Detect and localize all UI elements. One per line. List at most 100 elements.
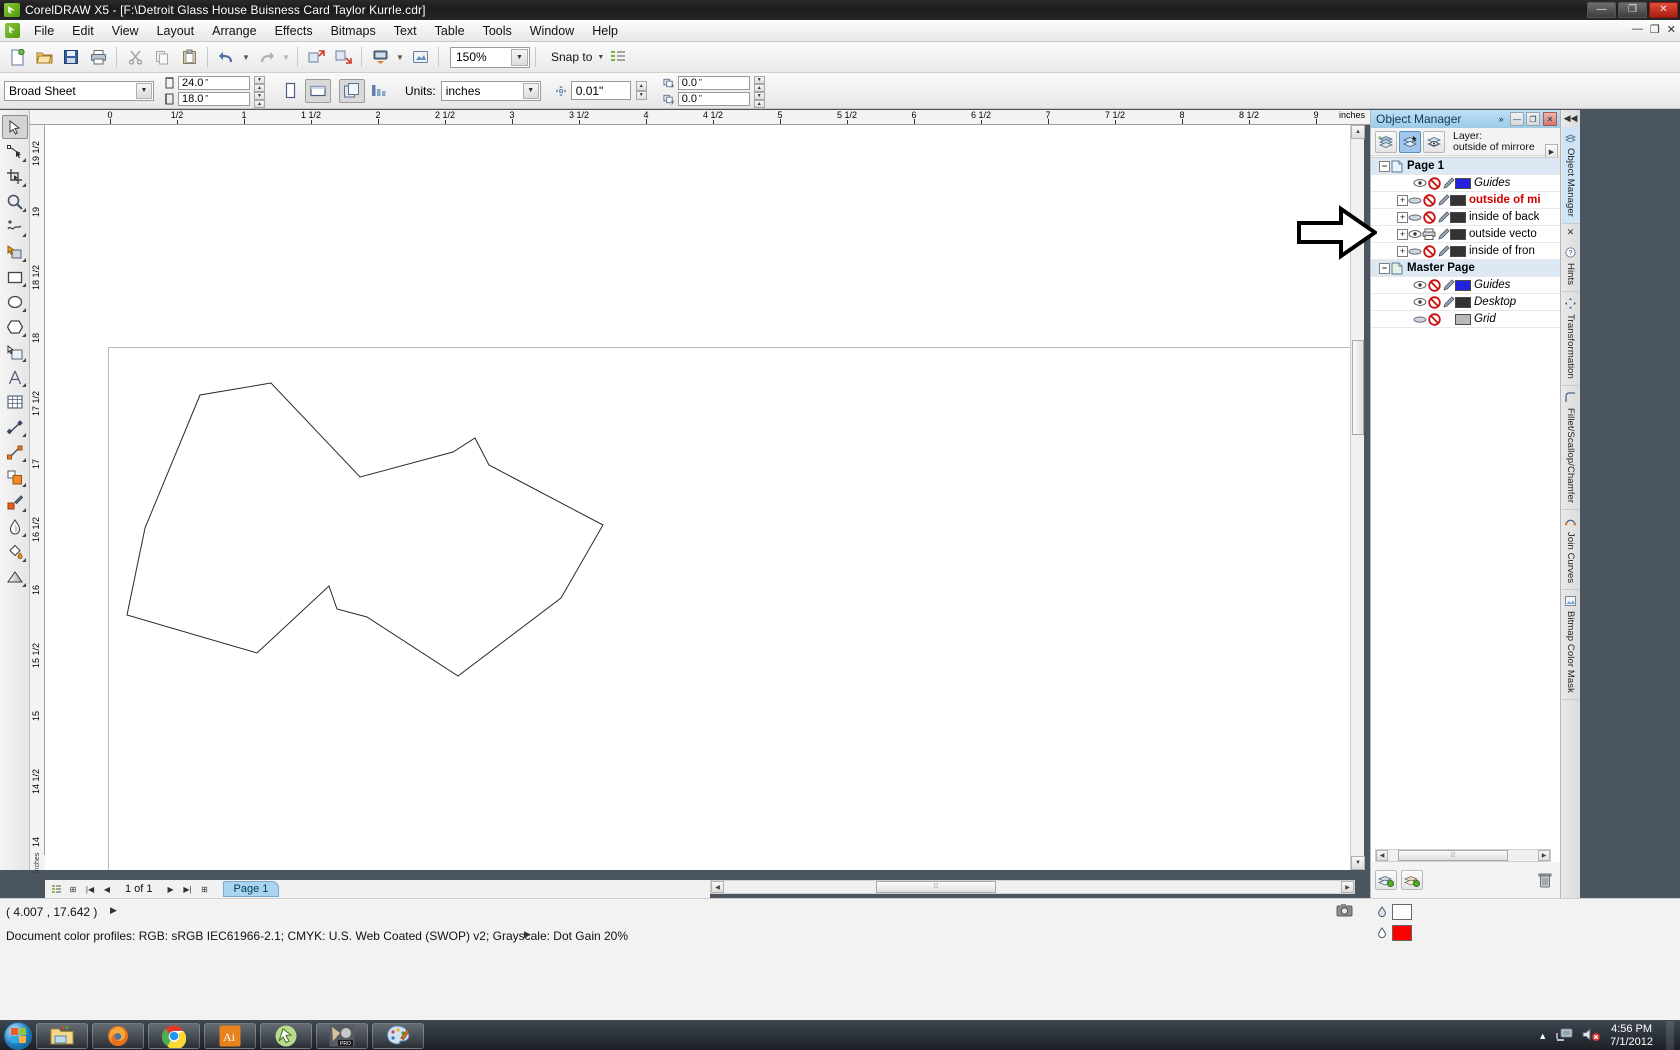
tree-row-layer[interactable]: Guides bbox=[1371, 277, 1561, 294]
document-menu-icon[interactable] bbox=[5, 23, 20, 38]
landscape-orientation-button[interactable] bbox=[305, 78, 331, 103]
flyout-indicator[interactable] bbox=[21, 358, 26, 362]
dupx-dn[interactable]: ▲ bbox=[753, 83, 765, 92]
export-button[interactable] bbox=[330, 45, 356, 70]
duplicate-y-input[interactable]: 0.0 " bbox=[677, 91, 750, 106]
tool-rectangle[interactable] bbox=[2, 265, 28, 289]
docker-maximize-button[interactable]: ❐ bbox=[1526, 112, 1540, 126]
tree-row-layer[interactable]: Guides bbox=[1371, 175, 1561, 192]
flyout-indicator[interactable] bbox=[21, 183, 26, 187]
layer-color-swatch[interactable] bbox=[1455, 296, 1471, 308]
scroll-left-button[interactable]: ◀ bbox=[711, 881, 724, 893]
corel-connect-button[interactable] bbox=[407, 45, 433, 70]
flyout-indicator[interactable] bbox=[21, 233, 26, 237]
clock[interactable]: 4:56 PM 7/1/2012 bbox=[1610, 1023, 1653, 1049]
launch-dropdown[interactable]: ▼ bbox=[394, 45, 406, 70]
flyout-indicator[interactable] bbox=[21, 383, 26, 387]
flyout-indicator[interactable] bbox=[21, 533, 26, 537]
flyout-indicator[interactable] bbox=[21, 283, 26, 287]
scroll-right-button[interactable]: ▶ bbox=[1341, 881, 1354, 893]
taskbar-windows-explorer[interactable] bbox=[36, 1022, 88, 1049]
tool-smart-fill[interactable] bbox=[2, 240, 28, 264]
save-document-button[interactable] bbox=[58, 45, 84, 70]
menu-bitmaps[interactable]: Bitmaps bbox=[322, 22, 385, 40]
vertical-ruler[interactable]: 19 1/2 19 18 1/2 18 17 1/2 17 16 1/2 16 … bbox=[30, 125, 45, 870]
all-pages-button[interactable] bbox=[339, 78, 365, 103]
nudge-offset-input[interactable]: 0.01 " bbox=[570, 81, 631, 100]
docker-tab-transformation[interactable]: Transformation bbox=[1561, 292, 1580, 387]
drawing-canvas[interactable] bbox=[45, 125, 1355, 870]
flyout-indicator[interactable] bbox=[21, 308, 26, 312]
undo-button[interactable] bbox=[213, 45, 239, 70]
flyout-indicator[interactable] bbox=[21, 333, 26, 337]
tool-interactive-fill[interactable] bbox=[2, 565, 28, 589]
object-manager-horizontal-scrollbar[interactable]: ◀ ⦙⦙⦙ ▶ bbox=[1375, 849, 1551, 862]
expander-icon[interactable]: + bbox=[1397, 194, 1408, 206]
page-width-stepper[interactable]: ▼ ▲ bbox=[254, 75, 265, 92]
expander-icon[interactable]: − bbox=[1379, 262, 1390, 274]
tool-outline-pen[interactable] bbox=[2, 515, 28, 539]
duplicate-x-input[interactable]: 0.0 " bbox=[677, 75, 750, 90]
menu-file[interactable]: File bbox=[25, 22, 63, 40]
unlocked-pencil-icon[interactable] bbox=[1436, 193, 1450, 207]
eye-visible-icon[interactable] bbox=[1413, 176, 1427, 190]
menu-window[interactable]: Window bbox=[521, 22, 583, 40]
copy-button[interactable] bbox=[149, 45, 175, 70]
tool-color-eyedropper[interactable] bbox=[2, 490, 28, 514]
no-print-icon[interactable] bbox=[1427, 176, 1441, 190]
layer-color-swatch[interactable] bbox=[1450, 228, 1466, 240]
options-button[interactable] bbox=[605, 45, 631, 70]
no-print-icon[interactable] bbox=[1427, 295, 1441, 309]
layer-color-swatch[interactable] bbox=[1455, 279, 1471, 291]
tree-row-page1[interactable]: − Page 1 bbox=[1371, 158, 1561, 175]
menu-effects[interactable]: Effects bbox=[266, 22, 322, 40]
docker-tab-hints[interactable]: ? Hints bbox=[1561, 241, 1580, 293]
menu-view[interactable]: View bbox=[103, 22, 148, 40]
unlocked-pencil-icon[interactable] bbox=[1436, 210, 1450, 224]
network-icon[interactable] bbox=[1556, 1027, 1573, 1045]
menu-help[interactable]: Help bbox=[583, 22, 627, 40]
page-options-icon[interactable] bbox=[49, 882, 63, 896]
no-print-icon[interactable] bbox=[1422, 244, 1436, 258]
flyout-indicator[interactable] bbox=[21, 433, 26, 437]
tool-fill[interactable] bbox=[2, 540, 28, 564]
flyout-indicator[interactable] bbox=[21, 508, 26, 512]
undo-dropdown[interactable]: ▼ bbox=[240, 45, 252, 70]
om-scroll-right-button[interactable]: ▶ bbox=[1538, 850, 1550, 861]
menu-text[interactable]: Text bbox=[385, 22, 426, 40]
eye-hidden-icon[interactable] bbox=[1408, 193, 1422, 207]
object-manager-tree[interactable]: − Page 1 Guides + outside of mi + inside… bbox=[1371, 157, 1561, 862]
tool-table[interactable] bbox=[2, 390, 28, 414]
add-page-after-button[interactable]: ⊞ bbox=[198, 882, 212, 896]
page-height-down[interactable]: ▲ bbox=[254, 99, 265, 108]
menu-arrange[interactable]: Arrange bbox=[203, 22, 265, 40]
tool-ellipse[interactable] bbox=[2, 290, 28, 314]
tool-basic-shapes[interactable] bbox=[2, 340, 28, 364]
no-print-icon[interactable] bbox=[1427, 278, 1441, 292]
tool-polygon[interactable] bbox=[2, 315, 28, 339]
canvas-vertical-scrollbar[interactable]: ▲ ▼ bbox=[1350, 125, 1365, 870]
paste-button[interactable] bbox=[176, 45, 202, 70]
units-combo[interactable]: inches ▼ bbox=[440, 80, 541, 101]
expander-icon[interactable]: + bbox=[1397, 245, 1408, 257]
expander-icon[interactable]: + bbox=[1397, 211, 1408, 223]
docker-tab-fillet-scallop-chamfer[interactable]: Fillet/Scallop/Chamfer bbox=[1561, 386, 1580, 511]
minimize-button[interactable]: — bbox=[1587, 2, 1616, 18]
current-page-button[interactable] bbox=[367, 79, 393, 103]
printer-icon[interactable] bbox=[1422, 227, 1436, 241]
nudge-up[interactable]: ▲ bbox=[635, 81, 647, 91]
tool-blend[interactable] bbox=[2, 465, 28, 489]
tree-row-layer[interactable]: + inside of fron bbox=[1371, 243, 1561, 260]
profiles-expand-arrow-icon[interactable]: ▶ bbox=[524, 929, 531, 940]
paper-type-chevron-down-icon[interactable]: ▼ bbox=[136, 82, 152, 99]
tool-shape[interactable] bbox=[2, 140, 28, 164]
zoom-chevron-down-icon[interactable]: ▼ bbox=[511, 48, 528, 66]
document-close-button[interactable]: ✕ bbox=[1667, 23, 1676, 36]
expander-icon[interactable]: + bbox=[1397, 228, 1408, 240]
tool-freehand[interactable] bbox=[2, 215, 28, 239]
tree-row-layer[interactable]: + outside of mi bbox=[1371, 192, 1561, 209]
eye-hidden-icon[interactable] bbox=[1413, 312, 1427, 326]
no-print-icon[interactable] bbox=[1422, 193, 1436, 207]
portrait-orientation-button[interactable] bbox=[277, 79, 303, 103]
unlocked-pencil-icon[interactable] bbox=[1436, 244, 1450, 258]
